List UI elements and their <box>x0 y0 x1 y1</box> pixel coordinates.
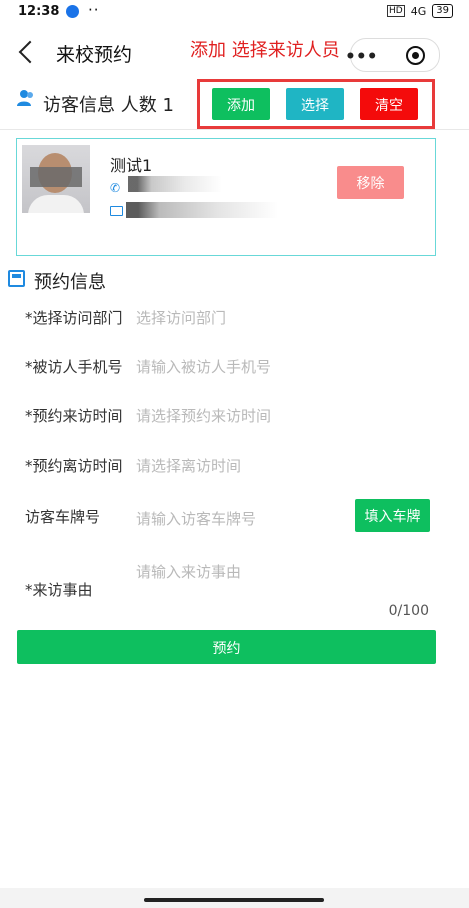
arrival-time-label: *预约来访时间 <box>25 407 123 425</box>
reservation-title: 预约信息 <box>34 272 106 293</box>
back-chevron-icon[interactable] <box>18 40 42 64</box>
close-target-icon[interactable] <box>406 46 425 65</box>
departure-time-picker[interactable]: 请选择离访时间 <box>136 455 241 476</box>
clear-button[interactable]: 清空 <box>360 88 418 120</box>
visitor-name: 测试1 <box>110 156 153 175</box>
status-dots: ·· <box>88 1 100 19</box>
signal-icon: 4G <box>410 4 427 18</box>
more-icon[interactable]: ••• <box>345 47 378 67</box>
arrival-time-picker[interactable]: 请选择预约来访时间 <box>136 405 271 426</box>
status-right: HD 4G 39 <box>387 4 453 18</box>
remove-button[interactable]: 移除 <box>337 166 404 199</box>
plate-label: 访客车牌号 <box>25 508 101 526</box>
department-select[interactable]: 选择访问部门 <box>136 307 226 328</box>
host-phone-input[interactable]: 请输入被访人手机号 <box>136 356 271 377</box>
mini-program-capsule[interactable]: ••• <box>345 38 440 72</box>
hd-icon: HD <box>387 5 405 17</box>
add-button[interactable]: 添加 <box>212 88 270 120</box>
department-label: *选择访问部门 <box>25 309 123 327</box>
avatar <box>22 145 90 213</box>
home-indicator[interactable] <box>144 898 324 902</box>
phone-icon: ✆ <box>110 181 121 195</box>
reservation-icon <box>8 270 25 287</box>
fill-plate-button[interactable]: 填入车牌 <box>355 499 430 532</box>
divider <box>0 129 469 130</box>
departure-time-label: *预约离访时间 <box>25 457 123 475</box>
messenger-icon <box>66 5 79 18</box>
visitor-id-redacted <box>126 202 278 218</box>
reason-textarea[interactable]: 请输入来访事由 <box>136 561 241 582</box>
select-button[interactable]: 选择 <box>286 88 344 120</box>
reason-label: *来访事由 <box>25 581 93 599</box>
submit-reservation-button[interactable]: 预约 <box>17 630 436 664</box>
person-icon <box>17 90 33 106</box>
status-bar: 12:38 ·· HD 4G 39 <box>0 0 469 24</box>
annotation-text: 添加 选择来访人员 <box>190 40 340 61</box>
plate-input[interactable]: 请输入访客车牌号 <box>136 508 256 529</box>
status-time: 12:38 <box>18 4 60 19</box>
battery-icon: 39 <box>432 4 453 18</box>
id-card-icon <box>110 206 123 216</box>
char-counter: 0/100 <box>388 603 429 619</box>
visitor-info-title: 访客信息 人数 1 <box>43 95 174 116</box>
host-phone-label: *被访人手机号 <box>25 358 123 376</box>
page-title: 来校预约 <box>56 44 133 66</box>
visitor-phone-redacted <box>128 176 222 192</box>
